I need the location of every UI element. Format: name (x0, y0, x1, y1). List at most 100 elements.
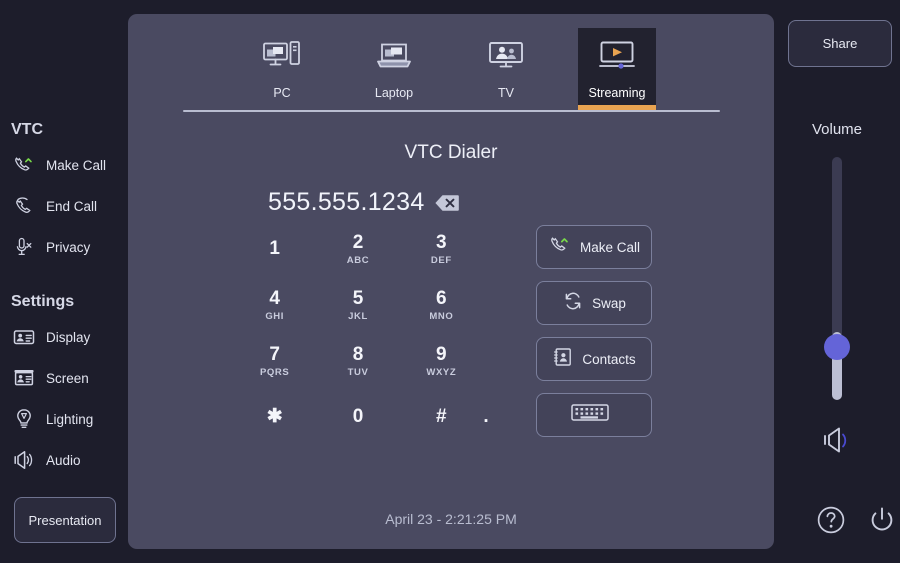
power-icon[interactable] (867, 505, 897, 540)
sidebar-item-lighting[interactable]: Lighting (11, 402, 93, 436)
tab-label: PC (273, 86, 291, 100)
tab-laptop[interactable]: Laptop (355, 28, 433, 110)
key-letters: ABC (346, 255, 370, 266)
laptop-icon (374, 40, 414, 79)
sidebar: VTC Make Call End Call Privacy Settings … (0, 0, 128, 563)
phone-down-icon (11, 193, 37, 219)
key-digit: 3 (436, 232, 447, 253)
backspace-icon[interactable] (434, 193, 460, 213)
dialed-number-row: 555.555.1234 (268, 188, 460, 217)
key-letters: TUV (347, 367, 369, 378)
speaker-icon[interactable] (822, 425, 854, 460)
keyboard-icon (570, 401, 610, 430)
lightbulb-icon (11, 406, 37, 432)
sidebar-item-display[interactable]: Display (11, 320, 90, 354)
action-label: Swap (592, 295, 626, 311)
dialed-number: 555.555.1234 (268, 188, 425, 216)
screen-icon (11, 365, 37, 391)
speaker-icon (11, 447, 37, 473)
make-call-button[interactable]: Make Call (536, 225, 652, 269)
sidebar-item-label: Privacy (46, 239, 91, 255)
sidebar-item-audio[interactable]: Audio (11, 443, 81, 477)
volume-label: Volume (811, 121, 863, 138)
action-label: Contacts (582, 351, 636, 367)
key-digit: 1 (269, 237, 280, 259)
tabs-divider (183, 110, 720, 112)
tab-label: TV (498, 86, 514, 100)
keyboard-button[interactable] (536, 393, 652, 437)
key-8[interactable]: 8 TUV (316, 333, 399, 389)
key-digit: ✱ (266, 405, 283, 427)
sidebar-item-privacy[interactable]: Privacy (11, 230, 90, 264)
key-digit: # (436, 405, 447, 427)
key-letters: DEF (430, 255, 452, 266)
key-0[interactable]: 0 (316, 389, 399, 445)
dialer-actions: Make Call Swap Contacts (536, 225, 654, 449)
key-digit: 7 (269, 344, 280, 365)
volume-slider[interactable] (824, 157, 850, 400)
contacts-book-icon (552, 346, 574, 373)
sidebar-item-label: Make Call (46, 157, 107, 173)
swap-button[interactable]: Swap (536, 281, 652, 325)
key-1[interactable]: 1 (233, 221, 316, 277)
phone-up-icon (548, 233, 572, 262)
tab-label: Streaming (588, 86, 646, 100)
key-digit: 8 (352, 344, 364, 365)
key-digit: 6 (436, 288, 447, 309)
key-digit: 4 (269, 288, 280, 309)
right-panel: Share Volume (774, 0, 900, 563)
display-icon (11, 324, 37, 350)
tab-pc[interactable]: PC (243, 28, 321, 110)
tab-label: Laptop (374, 86, 414, 100)
key-4[interactable]: 4 GHI (233, 277, 316, 333)
key-3[interactable]: 3 DEF (400, 221, 483, 277)
key-digit: 9 (436, 344, 447, 365)
key-letters: GHI (265, 311, 285, 322)
page-title: VTC Dialer (404, 142, 498, 163)
share-button[interactable]: Share (788, 20, 892, 67)
key-7[interactable]: 7 PQRS (233, 333, 316, 389)
contacts-button[interactable]: Contacts (536, 337, 652, 381)
tab-tv[interactable]: TV (467, 28, 545, 110)
key-letters: PQRS (260, 367, 290, 378)
key-digit: . (483, 406, 489, 427)
key-digit: 0 (352, 405, 364, 427)
source-tabs: PC Laptop TV Streaming (128, 14, 774, 112)
desktop-pc-icon (262, 40, 302, 79)
phone-up-icon (11, 152, 37, 178)
sidebar-item-label: End Call (46, 198, 98, 214)
key-letters: MNO (429, 311, 454, 322)
streaming-play-icon (597, 40, 637, 79)
key-6[interactable]: 6 MNO (400, 277, 483, 333)
sidebar-group-title-vtc: VTC (11, 121, 43, 138)
keypad: 1 2 ABC 3 DEF 4 GHI 5 JKL 6 MNO 7 PQRS 8… (233, 221, 483, 445)
key-digit: 2 (352, 232, 364, 253)
action-label: Make Call (579, 239, 641, 255)
main-panel: PC Laptop TV Streaming VTC Dialer 555.55… (128, 14, 774, 549)
sidebar-item-label: Lighting (46, 411, 94, 427)
sidebar-item-label: Screen (46, 370, 89, 386)
key-dot[interactable]: . (458, 389, 514, 445)
swap-arrows-icon (562, 290, 584, 317)
key-digit: 5 (352, 288, 364, 309)
help-circle-icon[interactable] (816, 505, 846, 540)
slider-track-upper (832, 157, 842, 345)
slider-thumb[interactable] (824, 334, 850, 360)
sidebar-item-label: Display (46, 329, 91, 345)
status-clock: April 23 - 2:21:25 PM (385, 511, 517, 527)
key-letters: WXYZ (426, 367, 457, 378)
presentation-button[interactable]: Presentation (14, 497, 116, 543)
app-root: VTC Make Call End Call Privacy Settings … (0, 0, 900, 563)
sidebar-item-end-call[interactable]: End Call (11, 189, 97, 223)
sidebar-item-label: Audio (46, 452, 81, 468)
key-star[interactable]: ✱ (233, 389, 316, 445)
sidebar-item-make-call[interactable]: Make Call (11, 148, 106, 182)
sidebar-item-screen[interactable]: Screen (11, 361, 89, 395)
tab-streaming[interactable]: Streaming (578, 28, 656, 110)
key-9[interactable]: 9 WXYZ (400, 333, 483, 389)
key-letters: JKL (348, 311, 368, 322)
key-2[interactable]: 2 ABC (316, 221, 399, 277)
microphone-mute-icon (11, 234, 37, 260)
key-5[interactable]: 5 JKL (316, 277, 399, 333)
tv-people-icon (486, 40, 526, 79)
